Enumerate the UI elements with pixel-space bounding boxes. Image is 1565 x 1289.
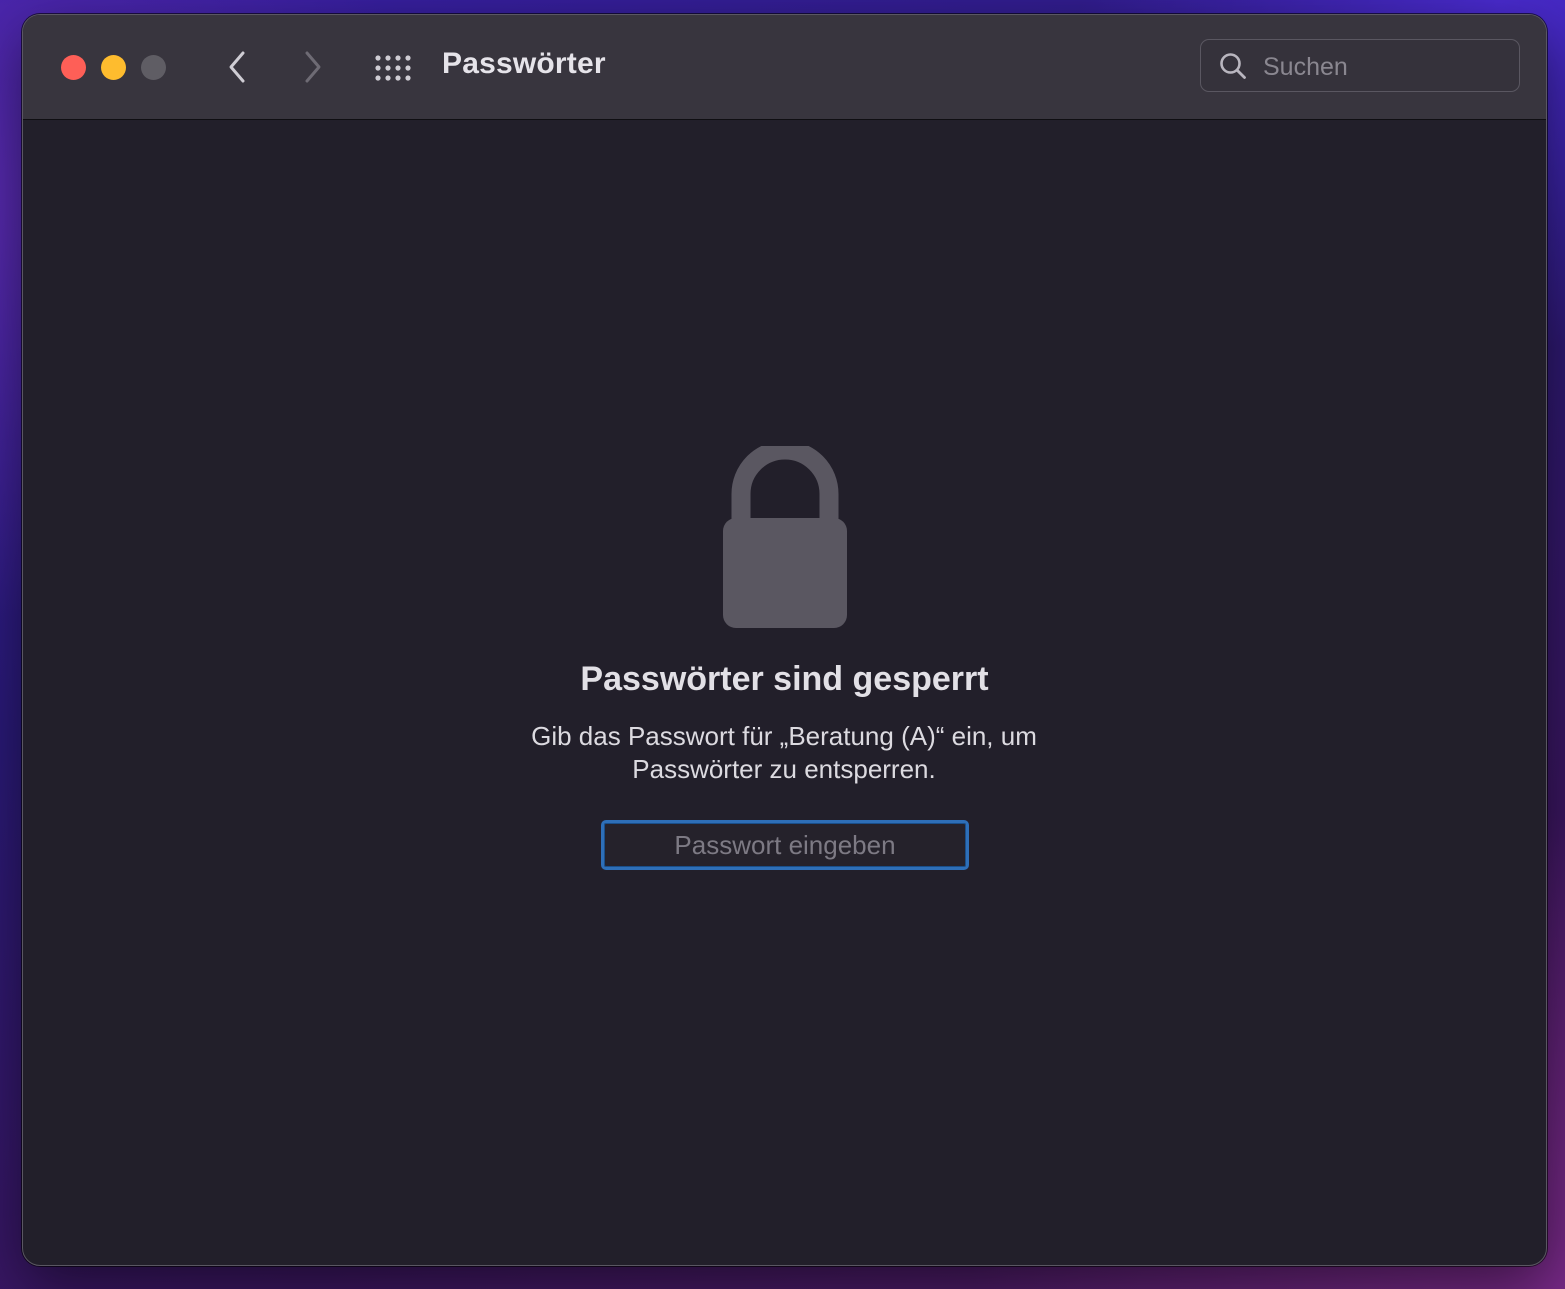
titlebar: Passwörter [23, 15, 1546, 120]
search-icon [1220, 53, 1246, 79]
chevron-right-icon [305, 51, 321, 83]
chevron-left-icon [229, 51, 245, 83]
back-button[interactable] [217, 45, 257, 89]
password-input[interactable] [604, 823, 966, 867]
forward-button[interactable] [293, 45, 333, 89]
window-title: Passwörter [442, 47, 606, 80]
search-field[interactable] [1200, 39, 1520, 92]
zoom-window-button[interactable] [141, 55, 166, 80]
grid-icon [375, 55, 411, 81]
password-field[interactable] [601, 820, 969, 870]
search-input[interactable] [1261, 48, 1505, 86]
minimize-window-button[interactable] [101, 55, 126, 80]
show-all-button[interactable] [371, 49, 415, 87]
unlock-instructions: Gib das Passwort für „Beratung (A)“ ein,… [531, 721, 1037, 784]
lock-icon [723, 446, 847, 628]
passwords-window: Passwörter Passwörter sind gesperrt Gib … [22, 14, 1547, 1266]
locked-content: Passwörter sind gesperrt Gib das Passwor… [23, 120, 1546, 1265]
close-window-button[interactable] [61, 55, 86, 80]
locked-heading: Passwörter sind gesperrt [580, 660, 989, 698]
